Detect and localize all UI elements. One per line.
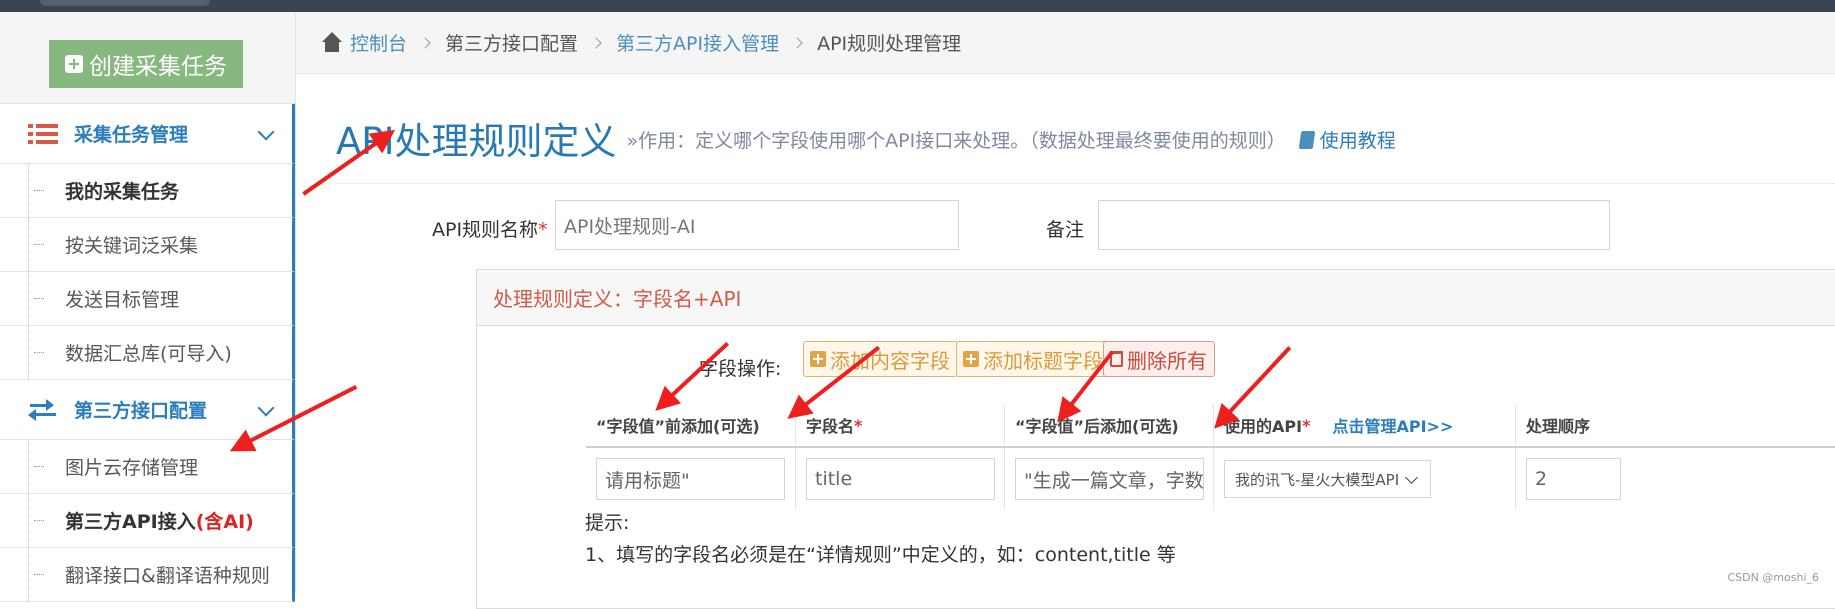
sidebar-item-keyword-collect[interactable]: 按关键词泛采集 — [0, 218, 295, 272]
sidebar-item-label: 发送目标管理 — [65, 285, 179, 312]
sidebar-item-my-tasks[interactable]: 我的采集任务 — [0, 164, 295, 218]
api-select-value: 我的讯飞-星火大模型API — [1235, 469, 1399, 490]
nav-group-collect-tasks[interactable]: 采集任务管理 — [0, 104, 295, 164]
nav-group-label: 采集任务管理 — [74, 120, 188, 147]
breadcrumb-third-party: 第三方接口配置 — [445, 29, 578, 56]
page-subtitle: »作用：定义哪个字段使用哪个API接口来处理。（数据处理最终要使用的规则） — [627, 126, 1286, 153]
column-header-prefix: “字段值”前添加(可选) — [586, 404, 796, 446]
sidebar-item-label: 第三方API接入 — [65, 511, 196, 533]
sidebar: 创建采集任务 采集任务管理 我的采集任务 按关键词泛采集 发送目标管理 数据汇总… — [0, 12, 296, 592]
table-row: 请用标题" title "生成一篇文章，字数不 我的讯飞-星火大模型API 2 — [586, 448, 1835, 510]
add-content-field-button[interactable]: 添加内容字段 — [803, 341, 958, 377]
column-header-suffix: “字段值”后添加(可选) — [1005, 404, 1214, 446]
sidebar-item-translation[interactable]: 翻译接口&翻译语种规则 — [0, 548, 295, 602]
rule-name-input[interactable] — [555, 200, 959, 250]
order-input[interactable]: 2 — [1526, 458, 1621, 500]
plus-square-icon — [810, 351, 826, 367]
sidebar-item-third-party-api[interactable]: 第三方API接入(含AI) — [0, 494, 295, 548]
create-task-button[interactable]: 创建采集任务 — [49, 40, 243, 88]
watermark: CSDN @moshi_6 — [1727, 571, 1819, 584]
api-select[interactable]: 我的讯飞-星火大模型API — [1224, 460, 1431, 498]
main-content: 控制台 第三方接口配置 第三方API接入管理 API规则处理管理 API处理规则… — [296, 12, 1835, 592]
plus-icon — [65, 55, 83, 73]
field-name-input[interactable]: title — [806, 458, 995, 500]
chevron-right-icon — [419, 37, 430, 48]
sidebar-item-label: 图片云存储管理 — [65, 453, 198, 480]
column-header-order: 处理顺序 — [1516, 404, 1636, 446]
logo — [40, 0, 210, 6]
remark-label: 备注 — [1046, 215, 1084, 242]
manage-api-link[interactable]: 点击管理API>> — [1332, 413, 1453, 437]
sidebar-item-label: 翻译接口&翻译语种规则 — [65, 561, 270, 588]
chevron-right-icon — [791, 37, 802, 48]
chevron-right-icon — [590, 37, 601, 48]
sidebar-item-label: 按关键词泛采集 — [65, 231, 198, 258]
column-header-field: 字段名 — [806, 413, 854, 437]
create-task-label: 创建采集任务 — [89, 47, 227, 81]
delete-all-button[interactable]: 删除所有 — [1103, 341, 1215, 377]
rule-definition-panel: 处理规则定义：字段名+API 字段操作: 添加内容字段 添加标题字段 删除所有 … — [476, 269, 1835, 609]
sidebar-item-data-summary[interactable]: 数据汇总库(可导入) — [0, 326, 295, 380]
plus-square-icon — [963, 351, 979, 367]
chevron-down-icon — [258, 124, 275, 141]
breadcrumb: 控制台 第三方接口配置 第三方API接入管理 API规则处理管理 — [296, 12, 1835, 74]
hint-label: 提示: — [585, 508, 629, 535]
remark-input[interactable] — [1098, 200, 1610, 250]
prefix-input[interactable]: 请用标题" — [596, 458, 785, 500]
rule-name-label: API规则名称 — [432, 219, 538, 241]
sidebar-shortcuts: 创建采集任务 — [0, 12, 295, 104]
breadcrumb-home[interactable]: 控制台 — [350, 29, 407, 56]
button-label: 删除所有 — [1127, 345, 1207, 374]
sidebar-item-label: 我的采集任务 — [65, 177, 179, 204]
nav-group-label: 第三方接口配置 — [74, 396, 207, 423]
add-title-field-button[interactable]: 添加标题字段 — [956, 341, 1111, 377]
rule-form-row: API规则名称* 备注 — [296, 200, 1835, 252]
top-navbar — [0, 0, 1835, 12]
breadcrumb-current: API规则处理管理 — [817, 29, 961, 56]
book-icon — [1298, 131, 1315, 149]
home-icon[interactable] — [320, 32, 344, 54]
page-header: API处理规则定义 »作用：定义哪个字段使用哪个API接口来处理。（数据处理最终… — [336, 92, 1835, 184]
chevron-down-icon — [258, 400, 275, 417]
rule-panel-title: 处理规则定义：字段名+API — [477, 270, 1835, 326]
button-label: 添加标题字段 — [983, 345, 1103, 374]
hint-line: 1、填写的字段名必须是在“详情规则”中定义的，如：content,title 等 — [585, 540, 1176, 567]
breadcrumb-api-manage[interactable]: 第三方API接入管理 — [616, 29, 779, 56]
sidebar-item-send-targets[interactable]: 发送目标管理 — [0, 272, 295, 326]
sidebar-item-label: 数据汇总库(可导入) — [65, 339, 232, 366]
list-icon — [28, 123, 58, 145]
tutorial-link[interactable]: 使用教程 — [1320, 126, 1396, 153]
chevron-down-icon — [1405, 471, 1418, 484]
suffix-input[interactable]: "生成一篇文章，字数不 — [1015, 458, 1204, 500]
ai-tag: (含AI) — [196, 511, 254, 533]
nav-group-third-party[interactable]: 第三方接口配置 — [0, 380, 295, 440]
swap-icon — [28, 399, 58, 421]
